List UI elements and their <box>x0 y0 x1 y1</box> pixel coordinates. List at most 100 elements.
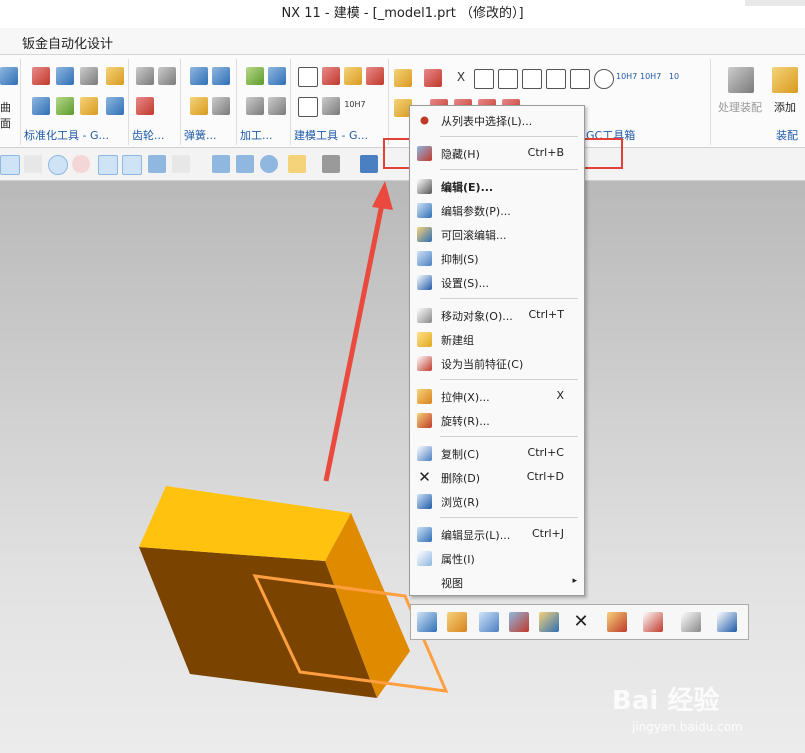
check-icon[interactable] <box>246 67 264 85</box>
extrude-icon[interactable] <box>447 612 467 632</box>
copy-icon <box>417 446 432 461</box>
revolve-icon <box>417 413 432 428</box>
menu-item-select-from-list[interactable]: 从列表中选择(L)... <box>410 109 584 133</box>
fit-h7-label[interactable]: 10H7 <box>616 73 637 81</box>
tolerance-down-icon[interactable] <box>522 69 542 89</box>
window-controls[interactable] <box>745 0 805 6</box>
rotate-icon[interactable] <box>260 155 278 173</box>
database-icon[interactable] <box>80 67 98 85</box>
tolerance-up-icon[interactable] <box>498 69 518 89</box>
menu-item-revolve[interactable]: 旋转(R)... <box>410 409 584 433</box>
menu-item-extrude[interactable]: 拉伸(X)... X <box>410 385 584 409</box>
make-current-feature-icon[interactable] <box>643 612 663 632</box>
drawing-icon[interactable] <box>246 97 264 115</box>
information-icon[interactable] <box>717 612 737 632</box>
note-icon[interactable] <box>298 97 318 117</box>
spring-coil-icon[interactable] <box>190 97 208 115</box>
menu-item-settings[interactable]: 设置(S)... <box>410 271 584 295</box>
spring-edit-icon[interactable] <box>212 97 230 115</box>
edge-icon[interactable] <box>268 97 286 115</box>
quadrant-point-icon[interactable] <box>72 155 90 173</box>
intersection-point-icon[interactable] <box>98 155 118 175</box>
triangle-icon[interactable] <box>298 67 318 87</box>
boxed-x-icon[interactable] <box>570 69 590 89</box>
center-point-icon[interactable] <box>48 155 68 175</box>
feature-list-icon[interactable] <box>681 612 701 632</box>
group-label-standard-tools[interactable]: 标准化工具 - G... <box>24 127 126 143</box>
tools-icon[interactable] <box>106 67 124 85</box>
render-style-icon[interactable] <box>322 155 340 173</box>
gear-tool-icon[interactable] <box>136 67 154 85</box>
spring-icon[interactable] <box>190 67 208 85</box>
view-fit-icon[interactable] <box>212 155 230 173</box>
grid-icon[interactable] <box>172 155 190 173</box>
assembly-tool-icon[interactable] <box>106 97 124 115</box>
menu-item-edit-display[interactable]: 编辑显示(L)... Ctrl+J <box>410 523 584 547</box>
menu-item-make-current-feature[interactable]: 设为当前特征(C) <box>410 352 584 376</box>
datum-icon[interactable] <box>424 69 442 87</box>
delete-icon[interactable]: ✕ <box>571 612 591 632</box>
tolerance-minus-icon[interactable] <box>546 69 566 89</box>
gc-box-icon[interactable] <box>394 69 412 87</box>
group-label-gear[interactable]: 齿轮... <box>132 127 178 143</box>
menu-item-delete[interactable]: ✕ 删除(D) Ctrl+D <box>410 466 584 490</box>
feature-icon[interactable] <box>344 67 362 85</box>
gear-param-icon[interactable] <box>136 97 154 115</box>
menu-item-label: 抑制(S) <box>441 253 479 266</box>
measure-icon[interactable] <box>322 97 340 115</box>
suppress-icon[interactable] <box>479 612 499 632</box>
group-label-spring[interactable]: 弹簧... <box>184 127 234 143</box>
menu-item-label: 拉伸(X)... <box>441 391 490 404</box>
rollback-edit-icon[interactable] <box>539 612 559 632</box>
layer-stack-icon[interactable] <box>56 67 74 85</box>
axis-snap-icon[interactable] <box>24 155 42 173</box>
spring-pen-icon[interactable] <box>212 67 230 85</box>
library-icon[interactable] <box>56 97 74 115</box>
machining-icon[interactable] <box>268 67 286 85</box>
fit-h7-range-label[interactable]: 10H7 <box>640 73 661 81</box>
group-label-machining[interactable]: 加工... <box>240 127 288 143</box>
menu-item-move-object[interactable]: 移动对象(O)... Ctrl+T <box>410 304 584 328</box>
menu-item-edit-parameters[interactable]: 编辑参数(P)... <box>410 199 584 223</box>
surface-icon[interactable] <box>0 67 18 85</box>
menu-item-label: 复制(C) <box>441 448 480 461</box>
group-label-assembly[interactable]: 装配 <box>776 127 803 143</box>
menu-item-properties[interactable]: 属性(I) <box>410 547 584 571</box>
menu-item-view[interactable]: 视图 ▸ <box>410 571 584 595</box>
component-icon[interactable] <box>80 97 98 115</box>
hide-icon[interactable] <box>509 612 529 632</box>
gear-mesh-icon[interactable] <box>158 67 176 85</box>
menu-item-rollback-edit[interactable]: 可回滚编辑... <box>410 223 584 247</box>
zoom-icon[interactable] <box>236 155 254 173</box>
group-label-modeling-tools[interactable]: 建模工具 - G... <box>294 127 386 143</box>
revolve-icon[interactable] <box>607 612 627 632</box>
curve-snap-icon[interactable] <box>0 155 20 175</box>
tab-sheet-metal-automation[interactable]: 钣金自动化设计 <box>22 33 113 52</box>
menu-item-copy[interactable]: 复制(C) Ctrl+C <box>410 442 584 466</box>
process-assembly-icon[interactable] <box>728 67 754 93</box>
menu-separator <box>440 379 578 380</box>
table-icon[interactable] <box>322 67 340 85</box>
graphics-window[interactable] <box>0 181 805 753</box>
download-part-icon[interactable] <box>32 97 50 115</box>
point-on-curve-icon[interactable] <box>122 155 142 175</box>
edit-parameters-icon[interactable] <box>417 612 437 632</box>
add-component-icon[interactable] <box>772 67 798 93</box>
tolerance-plusminus-icon[interactable] <box>474 69 494 89</box>
menu-item-edit[interactable]: 编辑(E)... <box>410 175 584 199</box>
point-on-face-icon[interactable] <box>148 155 166 173</box>
tolerance-label-10h7[interactable]: 10H7 <box>344 101 366 109</box>
chart-icon[interactable] <box>366 67 384 85</box>
fit-h7-alt-label[interactable]: 10 <box>664 73 684 81</box>
menu-item-browse[interactable]: 浏览(R) <box>410 490 584 514</box>
menu-item-new-group[interactable]: 新建组 <box>410 328 584 352</box>
standard-part-icon[interactable] <box>32 67 50 85</box>
circled-x-icon[interactable] <box>594 69 614 89</box>
tolerance-x-label[interactable]: X <box>454 71 468 83</box>
menu-item-suppress[interactable]: 抑制(S) <box>410 247 584 271</box>
orient-view-icon[interactable] <box>288 155 306 173</box>
process-assembly-label[interactable]: 处理装配 <box>718 99 762 115</box>
menu-item-hide[interactable]: 隐藏(H) Ctrl+B <box>410 142 584 166</box>
shaded-cube-icon[interactable] <box>360 155 378 173</box>
add-component-label[interactable]: 添加 <box>774 99 796 115</box>
